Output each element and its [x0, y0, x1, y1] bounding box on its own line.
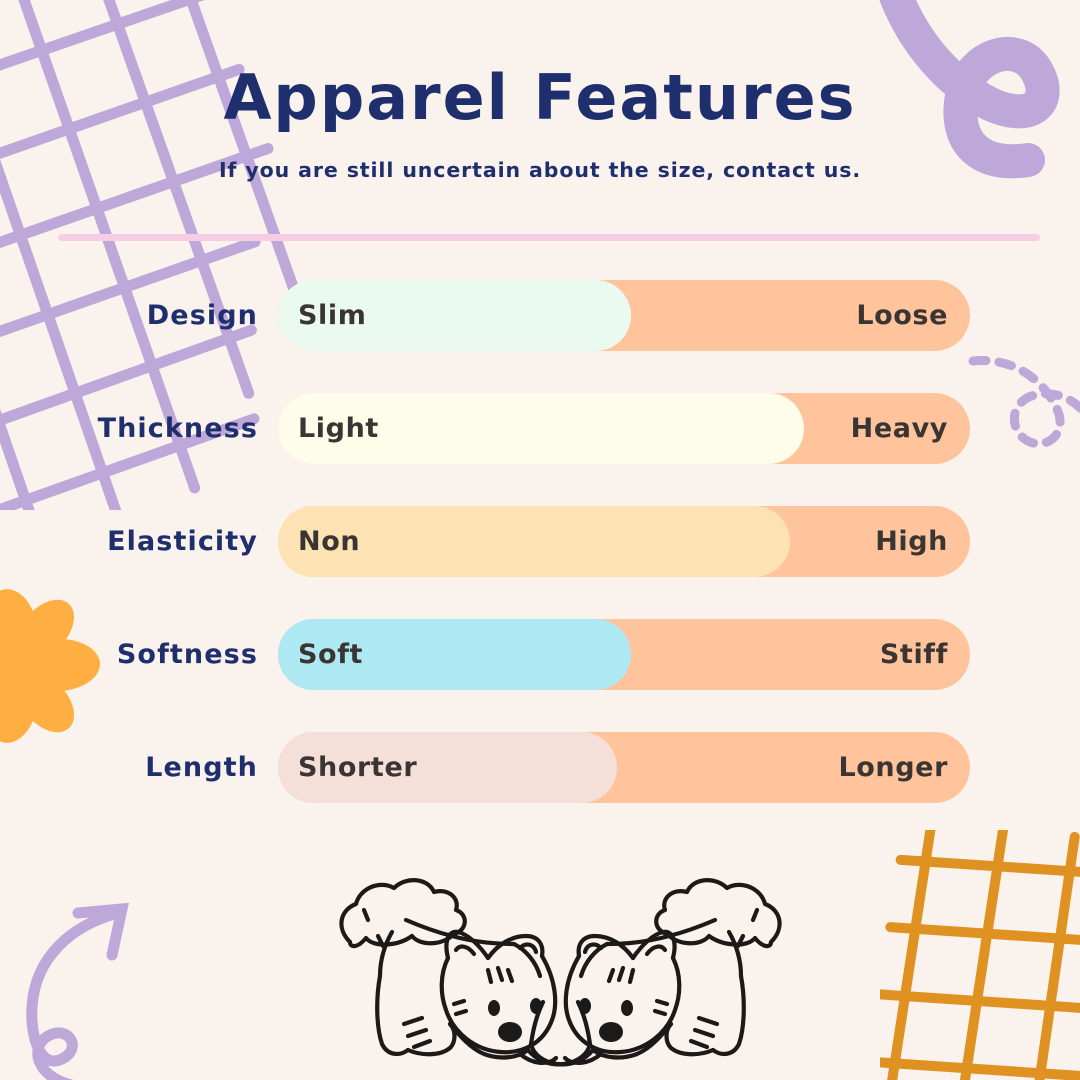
purple-arrow-icon: [10, 895, 160, 1080]
feature-label: Elasticity: [107, 526, 258, 557]
feature-row-softness: Softness Soft Stiff: [0, 619, 1080, 732]
feature-high-label: Heavy: [850, 413, 948, 444]
page-title: Apparel Features: [223, 61, 857, 134]
divider: [58, 234, 1040, 241]
header: Apparel Features If you are still uncert…: [0, 0, 1080, 182]
feature-row-design: Design Slim Loose: [0, 280, 1080, 393]
feature-slider-track[interactable]: Soft Stiff: [278, 619, 970, 690]
feature-row-length: Length Shorter Longer: [0, 732, 1080, 845]
feature-high-label: High: [875, 526, 948, 557]
feature-slider-track[interactable]: Slim Loose: [278, 280, 970, 351]
feature-low-label: Non: [298, 526, 361, 557]
feature-slider-track[interactable]: Light Heavy: [278, 393, 970, 464]
feature-row-elasticity: Elasticity Non High: [0, 506, 1080, 619]
feature-label: Length: [145, 752, 258, 783]
feature-label: Softness: [116, 639, 258, 670]
poster-canvas: Apparel Features If you are still uncert…: [0, 0, 1080, 1080]
feature-low-label: Light: [298, 413, 379, 444]
feature-high-label: Stiff: [879, 639, 948, 670]
feature-high-label: Longer: [838, 752, 948, 783]
feature-low-label: Soft: [298, 639, 364, 670]
orange-grid-icon: [866, 822, 1080, 1080]
page-subtitle: If you are still uncertain about the siz…: [218, 158, 862, 183]
feature-slider-track[interactable]: Shorter Longer: [278, 732, 970, 803]
feature-label: Design: [146, 300, 258, 331]
feature-slider-track[interactable]: Non High: [278, 506, 970, 577]
feature-row-thickness: Thickness Light Heavy: [0, 393, 1080, 506]
feature-low-label: Shorter: [298, 752, 418, 783]
feature-label: Thickness: [97, 413, 258, 444]
feature-high-label: Loose: [856, 300, 948, 331]
feature-low-label: Slim: [298, 300, 367, 331]
puppies-illustration: [288, 858, 833, 1080]
feature-list: Design Slim Loose Thickness Light Heavy …: [0, 280, 1080, 845]
